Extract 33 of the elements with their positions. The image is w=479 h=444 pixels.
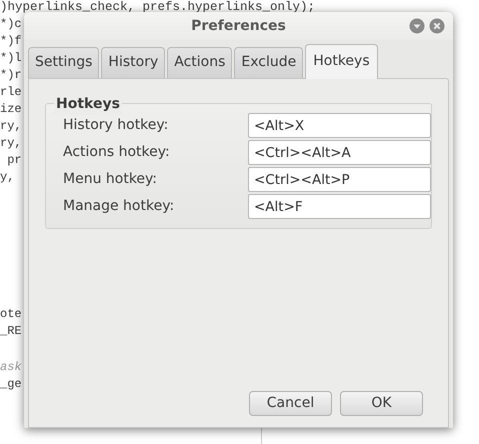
field-label: History hotkey: — [63, 116, 170, 135]
window-title: Preferences — [191, 16, 286, 36]
hotkey-field[interactable]: <Ctrl><Alt>P — [248, 167, 431, 192]
code-line: *)f — [0, 33, 22, 50]
close-icon[interactable] — [429, 18, 445, 34]
code-line: y, — [0, 169, 14, 186]
tab[interactable]: Actions — [167, 47, 232, 78]
code-line: ize — [0, 101, 22, 118]
code-line: rle — [0, 84, 22, 101]
tab[interactable]: Hotkeys — [305, 44, 378, 79]
code-line: ote — [0, 306, 22, 323]
tab[interactable]: Exclude — [234, 47, 304, 78]
dialog-button[interactable]: OK — [340, 391, 423, 416]
code-line: )hyperlinks_check, prefs.hyperlinks_only); — [0, 1, 316, 13]
hotkey-field[interactable]: <Alt>X — [248, 113, 431, 138]
field-label: Menu hotkey: — [63, 170, 158, 189]
code-line: _RE — [0, 323, 22, 340]
tab[interactable]: Settings — [28, 47, 100, 78]
code-line: ry, — [0, 135, 22, 152]
code-line: pr — [6, 152, 22, 169]
code-line: ask — [0, 359, 22, 376]
code-line: *)l — [0, 50, 22, 67]
hotkey-field[interactable]: <Alt>F — [248, 194, 431, 219]
code-line: ry, — [0, 118, 22, 135]
field-label: Manage hotkey: — [63, 197, 176, 216]
code-line: *)c — [0, 16, 22, 33]
code-line: *)r — [0, 67, 22, 84]
dialog-button[interactable]: Cancel — [249, 391, 332, 416]
field-label: Actions hotkey: — [63, 143, 171, 162]
code-line: _ge — [0, 376, 22, 393]
tab[interactable]: History — [101, 47, 166, 78]
minimize-icon[interactable] — [409, 18, 425, 34]
hotkey-field[interactable]: <Ctrl><Alt>A — [248, 140, 431, 165]
